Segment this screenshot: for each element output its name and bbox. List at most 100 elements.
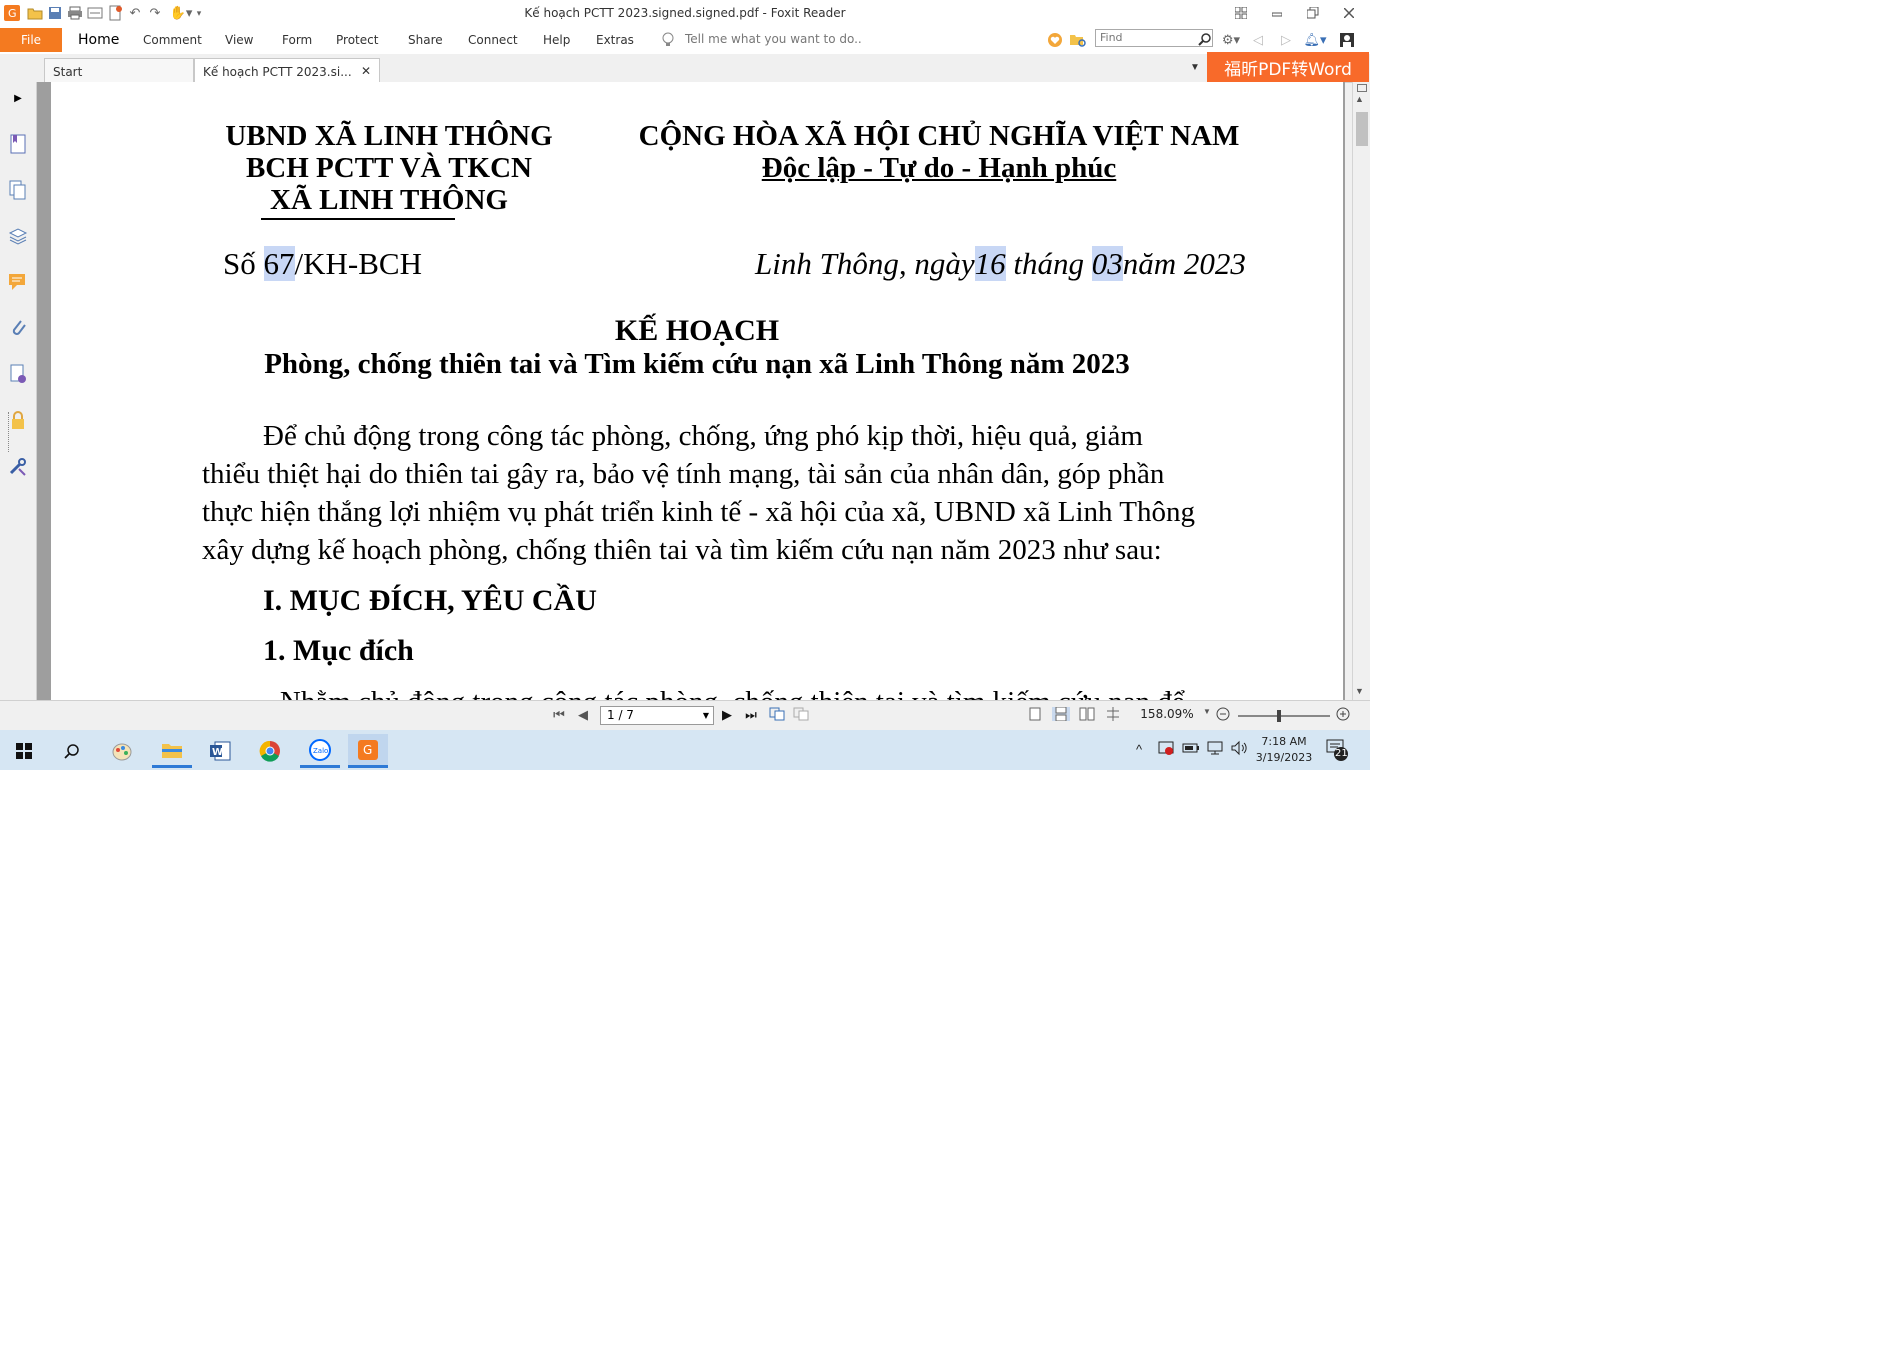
tab-extras[interactable]: Extras (596, 33, 634, 47)
status-bar: ⏮ ◀ 1 / 7 ▼ ▶ ⏭ 158.09% ▼ (0, 700, 1370, 731)
zoom-slider[interactable] (1238, 710, 1330, 722)
user-account-icon[interactable] (1334, 30, 1360, 50)
attachments-icon[interactable] (6, 316, 30, 340)
subsection-heading: 1. Mục đích (263, 634, 414, 667)
network-icon[interactable] (1206, 740, 1224, 759)
tab-form[interactable]: Form (282, 33, 312, 47)
scroll-up-icon[interactable]: ▲ (1355, 94, 1364, 104)
windows-start-icon[interactable] (4, 734, 44, 768)
tab-start[interactable]: Start (44, 58, 194, 82)
zoom-dropdown-icon[interactable]: ▼ (1202, 707, 1212, 716)
last-page-icon[interactable]: ⏭ (742, 707, 760, 723)
pdf-page: UBND XÃ LINH THÔNG BCH PCTT VÀ TKCN XÃ L… (51, 82, 1343, 700)
org-line-3: XÃ LINH THÔNG (270, 184, 508, 216)
vertical-scrollbar[interactable]: ▲ ▼ (1352, 82, 1370, 700)
battery-icon[interactable] (1182, 740, 1200, 759)
system-clock[interactable]: 7:18 AM 3/19/2023 (1252, 734, 1316, 766)
split-view-handle[interactable] (1357, 84, 1367, 92)
document-viewport[interactable]: UBND XÃ LINH THÔNG BCH PCTT VÀ TKCN XÃ L… (49, 82, 1345, 700)
tab-help[interactable]: Help (543, 33, 570, 47)
next-result-icon[interactable]: ▷ (1276, 30, 1296, 50)
next-page-icon[interactable]: ▶ (718, 707, 736, 723)
month-highlight: 03 (1091, 246, 1123, 281)
document-date: Linh Thông, ngày16 tháng 03năm 2023 (755, 246, 1246, 281)
clock-time: 7:18 AM (1261, 735, 1307, 748)
previous-page-icon[interactable]: ◀ (574, 707, 592, 723)
volume-icon[interactable] (1230, 740, 1248, 759)
tab-view[interactable]: View (225, 33, 253, 47)
scroll-down-icon[interactable]: ▼ (1355, 686, 1364, 696)
file-explorer-icon[interactable] (152, 734, 192, 768)
security-tray-icon[interactable] (1158, 740, 1174, 759)
ribbon-display-options-icon[interactable] (1226, 2, 1256, 24)
page-number-input[interactable]: 1 / 7 ▼ (600, 706, 714, 725)
signatures-icon[interactable] (6, 362, 30, 386)
panel-resize-handle[interactable] (8, 412, 11, 452)
tab-share[interactable]: Share (408, 33, 443, 47)
tell-me-search[interactable]: Tell me what you want to do.. (685, 32, 862, 46)
zalo-app-icon[interactable]: Zalo (300, 734, 340, 768)
search-folder-icon[interactable] (1068, 30, 1088, 50)
tab-current-document[interactable]: Kế hoạch PCTT 2023.si... ✕ (194, 58, 380, 82)
foxit-reader-taskbar-icon[interactable]: G (348, 734, 388, 768)
tab-list-dropdown-icon[interactable]: ▼ (1190, 62, 1200, 73)
page-gutter (37, 82, 49, 700)
zoom-out-icon[interactable] (1214, 707, 1232, 721)
section-heading: I. MỤC ĐÍCH, YÊU CẦU (263, 584, 597, 617)
search-icon[interactable] (1195, 29, 1215, 49)
settings-gear-icon[interactable]: ⚙▾ (1218, 30, 1244, 50)
paragraph-partial-line: - Nhằm chủ động trong công tác phòng, ch… (263, 686, 1185, 700)
window-title: Kế hoạch PCTT 2023.signed.signed.pdf - F… (524, 6, 846, 20)
show-hidden-icons-chevron-icon[interactable]: ^ (1136, 742, 1142, 757)
ribbon-tab-bar: File Home Comment View Form Protect Shar… (0, 26, 1370, 54)
paint-app-icon[interactable] (102, 734, 142, 768)
paragraph-line-3: thực hiện thắng lợi nhiệm vụ phát triển … (202, 496, 1195, 528)
paragraph-line-2: thiểu thiệt hại do thiên tai gây ra, bảo… (202, 458, 1165, 490)
paragraph-line-1: Để chủ động trong công tác phòng, chống,… (263, 420, 1143, 452)
file-menu-button[interactable]: File (0, 28, 62, 52)
page-dropdown-icon[interactable]: ▼ (703, 707, 709, 724)
bookmarks-icon[interactable] (6, 132, 30, 156)
zoom-in-icon[interactable] (1334, 707, 1352, 721)
org-line-2: BCH PCTT VÀ TKCN (245, 152, 533, 184)
chrome-browser-icon[interactable] (250, 734, 290, 768)
next-view-icon[interactable] (792, 707, 810, 721)
close-button[interactable] (1334, 2, 1364, 24)
zoom-level[interactable]: 158.09% (1134, 707, 1200, 721)
document-number: Số 67/KH-BCH (223, 246, 422, 281)
previous-view-icon[interactable] (768, 707, 786, 721)
tab-protect[interactable]: Protect (336, 33, 378, 47)
tab-connect[interactable]: Connect (468, 33, 518, 47)
single-page-view-icon[interactable] (1026, 707, 1044, 721)
notification-bell-icon[interactable]: 🔔︎▾ (1302, 30, 1328, 50)
page-thumbnails-icon[interactable] (6, 178, 30, 202)
continuous-facing-view-icon[interactable] (1104, 707, 1122, 721)
action-center-icon[interactable]: 21 (1326, 738, 1350, 765)
scrollbar-thumb[interactable] (1356, 112, 1368, 146)
heart-icon[interactable] (1045, 30, 1065, 50)
continuous-view-icon[interactable] (1052, 707, 1070, 721)
tab-comment[interactable]: Comment (143, 33, 202, 47)
close-tab-icon[interactable]: ✕ (361, 64, 371, 78)
pdf-to-word-promo-button[interactable]: 福昕PDF转Word (1207, 52, 1369, 82)
layers-icon[interactable] (6, 224, 30, 248)
first-page-icon[interactable]: ⏮ (550, 707, 568, 723)
previous-result-icon[interactable]: ◁ (1248, 30, 1268, 50)
zoom-slider-thumb[interactable] (1277, 710, 1281, 722)
notification-count-badge: 21 (1335, 748, 1348, 759)
content-tools-icon[interactable] (6, 454, 30, 478)
comments-icon[interactable] (6, 270, 30, 294)
restore-button[interactable] (1298, 2, 1328, 24)
nation-line-1: CỘNG HÒA XÃ HỘI CHỦ NGHĨA VIỆT NAM (638, 120, 1240, 152)
document-title: KẾ HOẠCH (614, 314, 780, 347)
search-icon[interactable] (52, 734, 92, 768)
expand-panel-icon[interactable]: ▶ (6, 86, 30, 110)
minimize-button[interactable] (1262, 2, 1292, 24)
nation-line-2: Độc lập - Tự do - Hạnh phúc (761, 152, 1117, 184)
tab-home[interactable]: Home (78, 32, 119, 48)
facing-view-icon[interactable] (1078, 707, 1096, 721)
document-tab-label: Kế hoạch PCTT 2023.si... (203, 65, 352, 79)
svg-text:W: W (212, 747, 223, 758)
word-app-icon[interactable]: W (200, 734, 240, 768)
clock-date: 3/19/2023 (1255, 751, 1313, 764)
